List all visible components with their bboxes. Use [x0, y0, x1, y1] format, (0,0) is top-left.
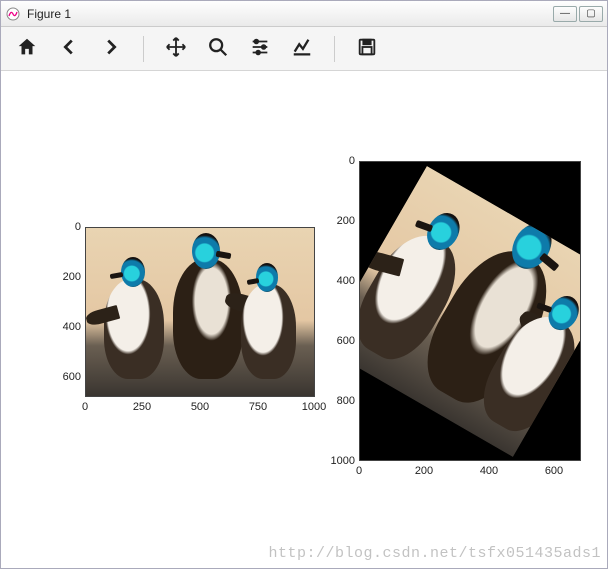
home-icon: [16, 36, 38, 61]
minimize-button[interactable]: —: [553, 6, 577, 22]
zoom-button[interactable]: [200, 31, 236, 67]
save-button[interactable]: [349, 31, 385, 67]
ytick: 200: [325, 215, 355, 227]
forward-button[interactable]: [93, 31, 129, 67]
back-button[interactable]: [51, 31, 87, 67]
xtick: 600: [539, 465, 569, 477]
search-icon: [207, 36, 229, 61]
separator: [334, 36, 335, 62]
xtick: 750: [243, 401, 273, 413]
xtick: 200: [409, 465, 439, 477]
configure-button[interactable]: [242, 31, 278, 67]
image-right: [359, 161, 581, 461]
window-controls: — ▢: [553, 6, 603, 22]
ytick: 0: [325, 155, 355, 167]
ytick: 400: [51, 321, 81, 333]
penguin-scene: [86, 228, 314, 396]
image-left: [85, 227, 315, 397]
arrow-right-icon: [100, 36, 122, 61]
separator: [143, 36, 144, 62]
ytick: 600: [51, 371, 81, 383]
window-title: Figure 1: [27, 7, 553, 21]
penguin-scene-rotated: [359, 166, 581, 457]
move-icon: [165, 36, 187, 61]
titlebar: Figure 1 — ▢: [1, 1, 607, 27]
figure-window: Figure 1 — ▢: [0, 0, 608, 569]
ytick: 600: [325, 335, 355, 347]
edit-button[interactable]: [284, 31, 320, 67]
xtick: 0: [70, 401, 100, 413]
watermark: http://blog.csdn.net/tsfx051435ads1: [268, 545, 601, 562]
save-icon: [356, 36, 378, 61]
maximize-button[interactable]: ▢: [579, 6, 603, 22]
xtick: 250: [127, 401, 157, 413]
ytick: 400: [325, 275, 355, 287]
subplot-left: 0 200 400 600 0 250 500 750 1000: [85, 227, 315, 397]
xtick: 400: [474, 465, 504, 477]
chart-line-icon: [291, 36, 313, 61]
app-icon: [5, 6, 21, 22]
sliders-icon: [249, 36, 271, 61]
xtick: 0: [344, 465, 374, 477]
arrow-left-icon: [58, 36, 80, 61]
subplot-right: 0 200 400 600 800 1000 0 200 400 600: [359, 161, 581, 461]
home-button[interactable]: [9, 31, 45, 67]
ytick: 200: [51, 271, 81, 283]
pan-button[interactable]: [158, 31, 194, 67]
xtick: 500: [185, 401, 215, 413]
ytick: 0: [51, 221, 81, 233]
figure-canvas[interactable]: 0 200 400 600 0 250 500 750 1000: [1, 71, 607, 568]
toolbar: [1, 27, 607, 71]
ytick: 800: [325, 395, 355, 407]
